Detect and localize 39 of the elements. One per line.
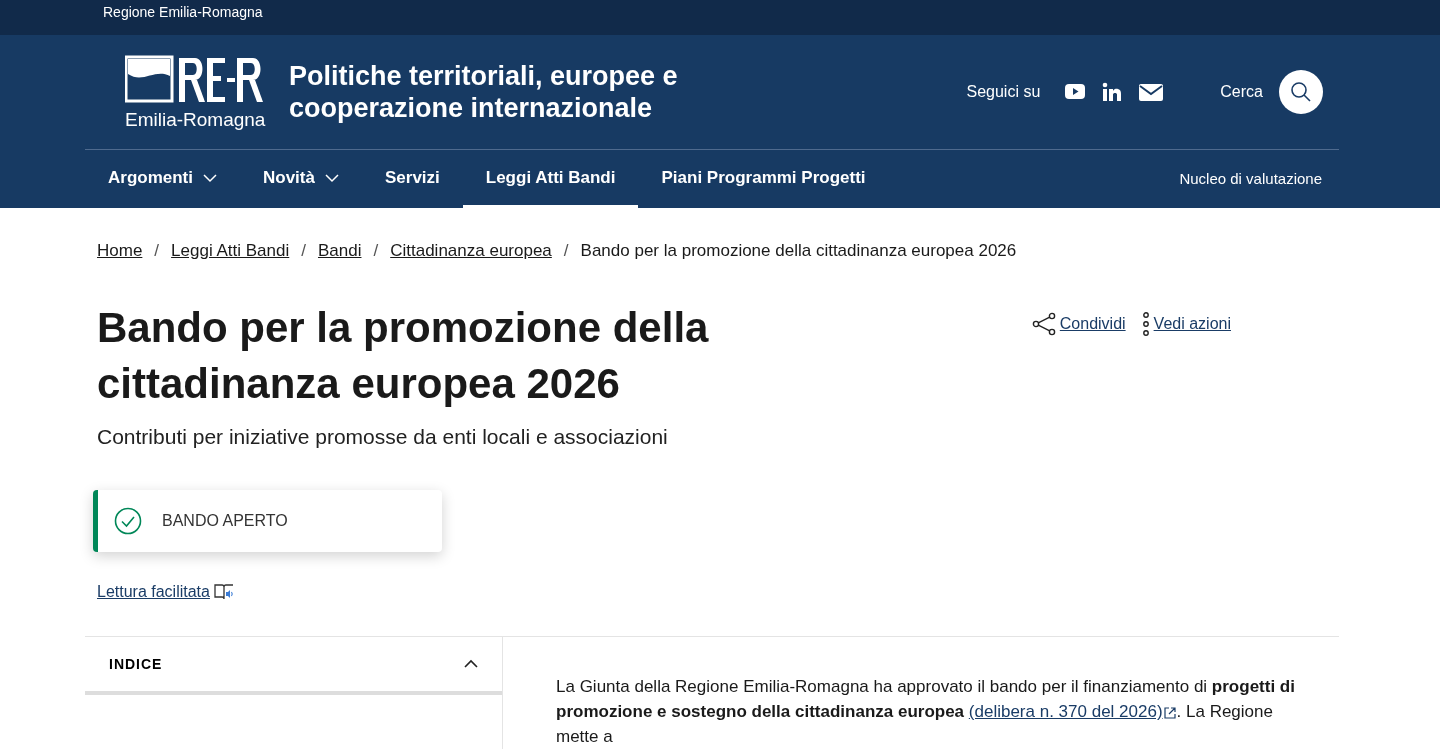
top-bar-label[interactable]: Regione Emilia-Romagna <box>0 0 1440 35</box>
nav-tab[interactable]: Novità <box>240 150 362 208</box>
breadcrumb-separator: / <box>154 240 160 262</box>
breadcrumb-current: Bando per la promozione della cittadinanza europea 2026 <box>580 240 1017 262</box>
search-label: Cerca <box>1220 82 1263 102</box>
site-title[interactable]: Politiche territoriali, europee e cooperazione internazionale <box>289 59 749 125</box>
search-button[interactable] <box>1279 70 1323 114</box>
breadcrumb-link[interactable]: Leggi Atti Bandi <box>171 238 290 264</box>
nav-link[interactable]: Nucleo di valutazione <box>1179 167 1322 191</box>
external-link-icon[interactable] <box>1162 705 1177 720</box>
nav-tab[interactable]: Piani Programmi Progetti <box>638 150 889 208</box>
page-subtitle: Contributi per iniziative promosse da enti locali e associazioni <box>97 423 669 450</box>
breadcrumb-separator: / <box>373 240 379 262</box>
nav-tab[interactable]: Leggi Atti Bandi <box>462 150 639 208</box>
logo-text: Emilia-Romagna <box>125 109 266 131</box>
youtube-icon[interactable] <box>1064 82 1087 102</box>
action-link[interactable]: Vedi azioni <box>1153 311 1231 336</box>
more-options-icon[interactable] <box>1141 311 1150 336</box>
decree-link[interactable]: (delibera n. 370 del 2026) <box>968 702 1177 721</box>
search-icon <box>1290 81 1312 103</box>
breadcrumb-separator: / <box>563 240 569 262</box>
action-link[interactable]: Condividi <box>1059 311 1126 336</box>
breadcrumb-link[interactable]: Bandi <box>318 238 362 264</box>
breadcrumb-link[interactable]: Home <box>97 238 143 264</box>
check-circle-icon <box>114 507 142 536</box>
chevron-up-icon <box>464 659 478 670</box>
share-icon[interactable] <box>1031 311 1056 336</box>
breadcrumb-separator: / <box>301 240 306 262</box>
social-label: Seguici su <box>966 82 1041 102</box>
nav-tab[interactable]: Servizi <box>361 150 463 208</box>
body-paragraph: La Giunta della Regione Emilia-Romagna ha approvato il bando per il finanziamento di progetti di promozione e sostegno della cittadinanza europea (delibera n. 370 del 2026) . La Regione mette a <box>555 676 1296 748</box>
mail-icon[interactable] <box>1138 82 1165 102</box>
nav-tab[interactable]: Argomenti <box>85 150 240 208</box>
linkedin-icon[interactable] <box>1102 82 1123 102</box>
breadcrumb-link[interactable]: Cittadinanza europea <box>390 238 552 264</box>
book-audio-icon[interactable] <box>213 583 234 602</box>
page-title: Bando per la promozione della cittadinanza europea 2026 <box>97 302 710 410</box>
status-label: BANDO APERTO <box>162 511 288 532</box>
easy-read-link[interactable]: Lettura facilitata <box>97 580 210 605</box>
